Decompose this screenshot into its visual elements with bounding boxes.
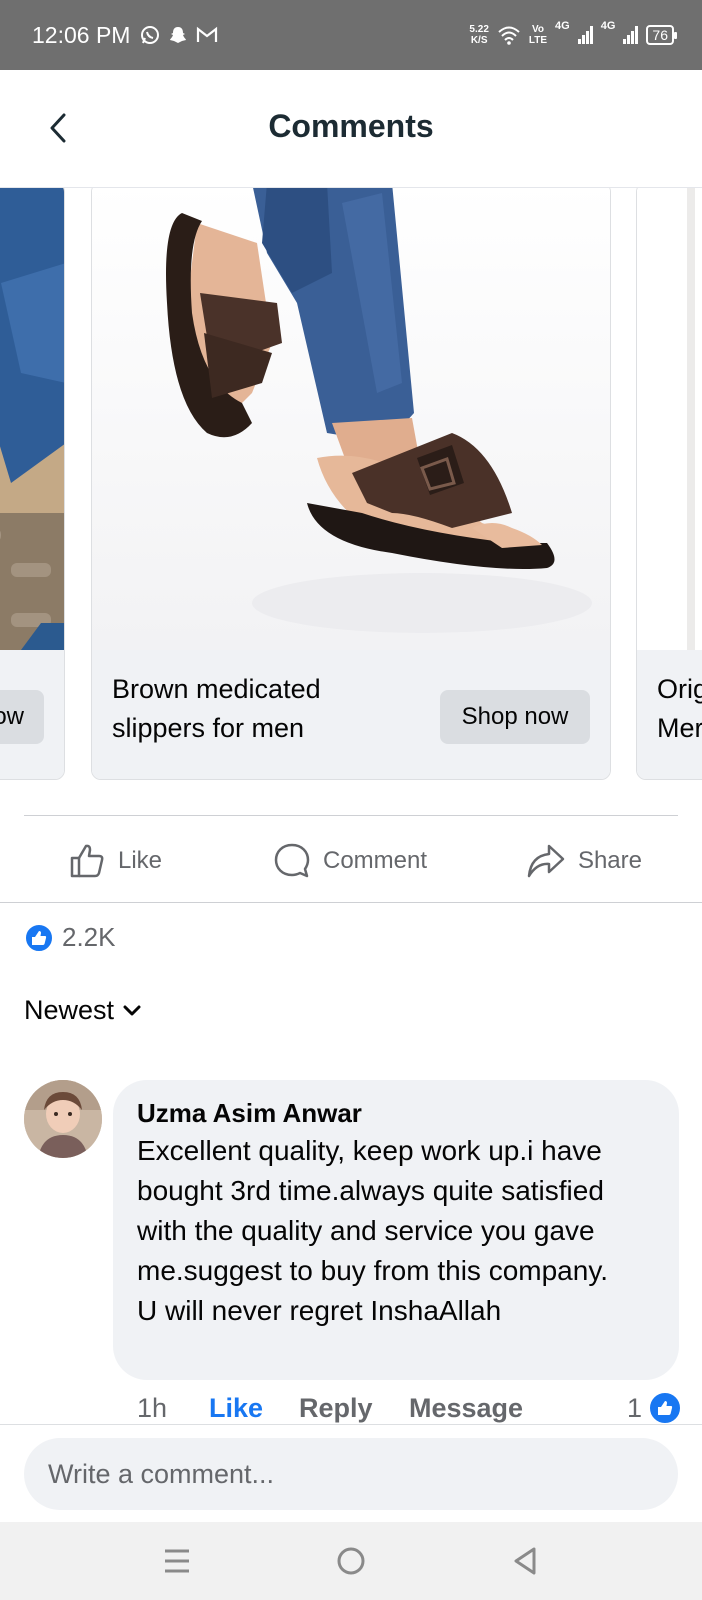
product-footer: Orig Mer [637,650,702,779]
chevron-down-icon [123,1005,141,1015]
network-type-1: 4G [555,20,570,32]
comment-message-button[interactable]: Message [409,1393,523,1424]
snapchat-icon [170,27,187,43]
like-label: Like [118,847,163,874]
product-card[interactable]: Brown medicated slippers for men Shop no… [91,188,611,780]
wifi-icon [498,26,520,45]
like-reaction-icon [648,1391,682,1425]
status-time: 12:06 PM [32,21,131,48]
network-speed: 5.22 K/S [469,24,489,46]
recent-apps-button[interactable] [155,1539,199,1583]
back-triangle-icon [514,1547,536,1575]
header: Comments [0,70,702,188]
product-card[interactable]: ow [0,188,65,780]
product-image [92,188,610,650]
home-circle-icon [337,1547,365,1575]
reaction-count: 2.2K [62,922,116,952]
comment-reaction-number: 1 [626,1392,642,1423]
product-footer: ow [0,650,64,779]
comment-label: Comment [322,847,428,874]
signal-icon [623,26,639,44]
gmail-icon [197,26,218,42]
comment-like-button[interactable]: Like [209,1393,299,1424]
comment-text: Excellent quality, keep work up.i have b… [137,1135,609,1326]
sort-label: Newest [24,995,115,1025]
shop-now-button[interactable]: ow [0,690,44,744]
home-button[interactable] [329,1539,373,1583]
volte-indicator: Vo LTE [528,24,548,46]
menu-icon [165,1549,189,1573]
system-nav-bar [0,1522,702,1600]
comment-author[interactable]: Uzma Asim Anwar [137,1098,655,1129]
signal-icon [577,26,593,44]
like-button[interactable]: Like [0,820,240,902]
status-bar: 12:06 PM 5.22 K/S Vo LTE 4G 4G 76 [0,0,702,70]
sort-dropdown[interactable]: Newest [24,995,142,1026]
reactions-summary[interactable]: 2.2K [24,922,116,953]
shop-now-button[interactable]: Shop now [440,690,590,744]
product-footer: Brown medicated slippers for men Shop no… [92,650,610,779]
product-carousel[interactable]: ow [0,188,702,792]
product-image [637,188,702,650]
notification-icons [140,25,218,45]
network-type-2: 4G [600,20,616,32]
post-actions: Like Comment Share [0,820,702,902]
comment-button[interactable]: Comment [240,820,460,902]
whatsapp-icon [141,26,160,44]
comment-icon [274,843,310,878]
comment-reply-button[interactable]: Reply [299,1393,409,1424]
comment-bubble: Uzma Asim Anwar Excellent quality, keep … [113,1080,679,1380]
share-label: Share [577,847,642,874]
divider [0,902,702,903]
like-reaction-icon [24,922,54,953]
share-button[interactable]: Share [460,820,702,902]
divider [24,815,678,816]
product-image [0,188,64,650]
product-title: Brown medicated slippers for men [112,674,321,743]
comment-time: 1h [137,1392,168,1423]
comment-reaction-count[interactable]: 1 [627,1391,682,1425]
comment-meta: 1h Like Reply Message 1 [137,1388,682,1428]
thumbs-up-icon [70,844,104,878]
battery-icon: 76 [646,25,677,45]
status-right: 5.22 K/S Vo LTE 4G 4G 76 [469,20,677,46]
avatar[interactable] [24,1080,102,1158]
page-title: Comments [268,108,434,144]
system-back-button[interactable] [503,1539,547,1583]
comment-composer [0,1424,702,1522]
product-card[interactable]: Orig Mer [636,188,702,780]
share-icon [527,844,565,878]
product-title: Orig Mer [657,674,702,743]
comment-input[interactable] [24,1438,678,1510]
